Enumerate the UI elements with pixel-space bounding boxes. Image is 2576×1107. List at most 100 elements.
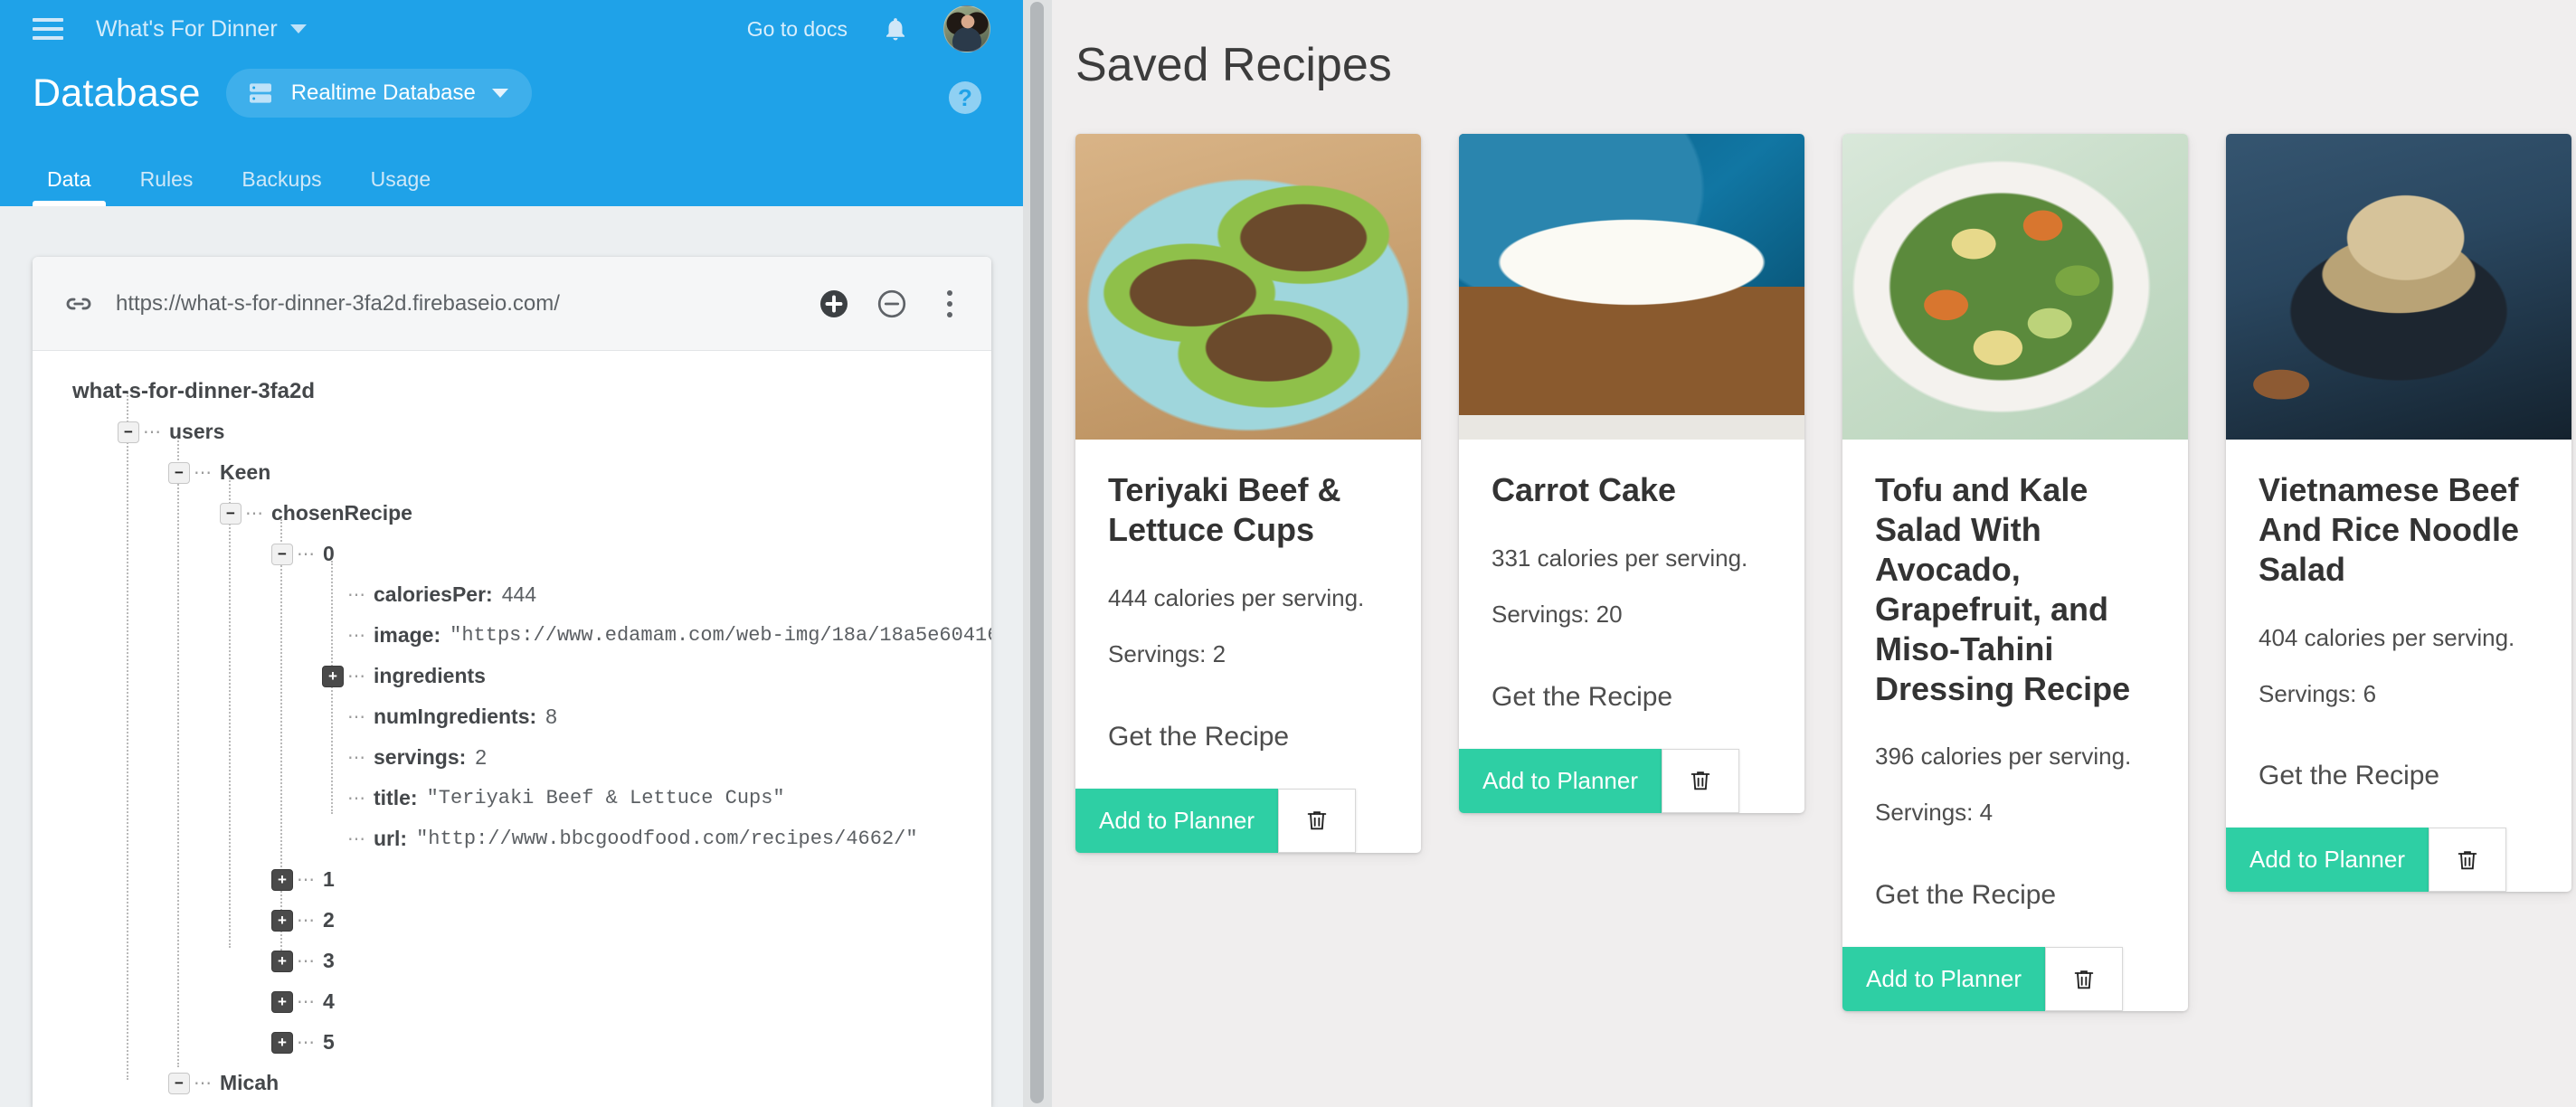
tab-label: Backups bbox=[242, 167, 322, 191]
tree-row[interactable]: ⋯ servings: 2 bbox=[33, 737, 991, 778]
tree-row[interactable]: + ⋯ 4 bbox=[33, 981, 991, 1022]
database-type-selector[interactable]: Realtime Database bbox=[225, 69, 532, 118]
project-switcher[interactable]: What's For Dinner bbox=[96, 16, 307, 43]
get-the-recipe-link[interactable]: Get the Recipe bbox=[1108, 722, 1289, 752]
recipe-image bbox=[2226, 134, 2571, 440]
user-avatar[interactable] bbox=[943, 5, 990, 52]
tree-node-value[interactable]: 2 bbox=[475, 745, 487, 770]
tab-backups[interactable]: Backups bbox=[227, 167, 336, 206]
trash-icon bbox=[1304, 807, 1330, 834]
tree-connector: ⋯ bbox=[347, 789, 366, 809]
tree-row[interactable]: − ⋯ Keen bbox=[33, 452, 991, 493]
recipe-card-body: Teriyaki Beef & Lettuce Cups 444 calorie… bbox=[1075, 440, 1421, 789]
get-the-recipe-link[interactable]: Get the Recipe bbox=[1875, 880, 2056, 911]
trash-icon bbox=[1688, 767, 1713, 794]
delete-recipe-button[interactable] bbox=[2045, 947, 2124, 1012]
collapse-toggle-icon[interactable]: − bbox=[271, 543, 293, 565]
tree-row[interactable]: + ⋯ 2 bbox=[33, 900, 991, 941]
database-url-text[interactable]: https://what-s-for-dinner-3fa2d.firebase… bbox=[116, 291, 818, 317]
tree-row[interactable]: + ⋯ 5 bbox=[33, 1022, 991, 1063]
notifications-bell-icon[interactable] bbox=[882, 14, 909, 43]
tree-row[interactable]: ⋯ image: "https://www.edamam.com/web-img… bbox=[33, 615, 991, 656]
recipe-card-body: Vietnamese Beef And Rice Noodle Salad 40… bbox=[2226, 440, 2571, 828]
get-the-recipe-link[interactable]: Get the Recipe bbox=[2259, 761, 2439, 791]
tree-node-value[interactable]: "https://www.edamam.com/web-img/18a/18a5… bbox=[450, 624, 991, 647]
tab-usage[interactable]: Usage bbox=[356, 167, 445, 206]
tree-node-value[interactable]: "http://www.bbcgoodfood.com/recipes/4662… bbox=[416, 828, 918, 850]
url-bar-actions bbox=[818, 288, 966, 320]
go-to-docs-link[interactable]: Go to docs bbox=[747, 17, 848, 42]
tree-connector: ⋯ bbox=[245, 504, 264, 524]
expand-toggle-icon[interactable]: + bbox=[271, 950, 293, 972]
recipe-calories: 404 calories per serving. bbox=[2259, 623, 2515, 651]
delete-recipe-button[interactable] bbox=[2429, 828, 2507, 893]
tree-row[interactable]: ⋯ url: "http://www.bbcgoodfood.com/recip… bbox=[33, 818, 991, 859]
tree-row[interactable]: − ⋯ 0 bbox=[33, 534, 991, 574]
expand-toggle-icon[interactable]: + bbox=[271, 909, 293, 932]
add-to-planner-button[interactable]: Add to Planner bbox=[2226, 828, 2429, 893]
expand-toggle-icon[interactable]: + bbox=[271, 990, 293, 1013]
add-to-planner-button[interactable]: Add to Planner bbox=[1075, 788, 1279, 853]
add-circle-icon[interactable] bbox=[818, 288, 850, 320]
tree-row[interactable]: + ⋯ ingredients bbox=[33, 656, 991, 696]
expand-toggle-icon[interactable]: + bbox=[322, 665, 344, 687]
tree-row[interactable]: − ⋯ chosenRecipe bbox=[33, 493, 991, 534]
tab-rules[interactable]: Rules bbox=[126, 167, 208, 206]
tree-node-label: image: bbox=[374, 623, 441, 647]
expand-toggle-icon[interactable]: + bbox=[271, 1031, 293, 1054]
hamburger-menu-icon[interactable] bbox=[33, 18, 63, 40]
tree-root-row[interactable]: what-s-for-dinner-3fa2d bbox=[33, 371, 991, 412]
scrollbar-thumb[interactable] bbox=[1030, 2, 1044, 1103]
tree-connector: ⋯ bbox=[347, 626, 366, 646]
tree-row[interactable]: + ⋯ 3 bbox=[33, 941, 991, 981]
recipe-card[interactable]: Carrot Cake 331 calories per serving. Se… bbox=[1459, 134, 1804, 813]
collapse-toggle-icon[interactable]: − bbox=[168, 1072, 190, 1094]
recipe-card[interactable]: Vietnamese Beef And Rice Noodle Salad 40… bbox=[2226, 134, 2571, 893]
firebase-header: What's For Dinner Go to docs Database Re… bbox=[0, 0, 1023, 206]
tree-node-label: 5 bbox=[323, 1030, 335, 1054]
tree-root-label: what-s-for-dinner-3fa2d bbox=[72, 378, 316, 403]
collapse-toggle-icon[interactable]: − bbox=[118, 421, 139, 443]
collapse-toggle-icon[interactable]: − bbox=[168, 461, 190, 484]
recipe-card[interactable]: Teriyaki Beef & Lettuce Cups 444 calorie… bbox=[1075, 134, 1421, 853]
tree-node-label: servings: bbox=[374, 745, 467, 769]
tree-connector: ⋯ bbox=[347, 707, 366, 727]
collapse-toggle-icon[interactable]: − bbox=[220, 502, 242, 525]
tree-node-value[interactable]: 444 bbox=[502, 582, 536, 607]
more-vertical-icon[interactable] bbox=[933, 288, 966, 320]
recipe-title: Carrot Cake bbox=[1492, 471, 1677, 508]
expand-toggle-icon[interactable]: + bbox=[271, 868, 293, 891]
tree-row[interactable]: ⋯ caloriesPer: 444 bbox=[33, 574, 991, 615]
tree-connector: ⋯ bbox=[194, 1074, 213, 1093]
get-the-recipe-link[interactable]: Get the Recipe bbox=[1492, 682, 1672, 713]
tree-node-label: 1 bbox=[323, 867, 335, 891]
tree-connector: ⋯ bbox=[297, 1033, 316, 1053]
topbar-right-actions: Go to docs bbox=[747, 0, 990, 58]
tree-node-label: title: bbox=[374, 786, 418, 809]
add-to-planner-button[interactable]: Add to Planner bbox=[1459, 748, 1662, 813]
delete-recipe-button[interactable] bbox=[1278, 788, 1357, 853]
pane-scrollbar[interactable] bbox=[1023, 0, 1052, 1107]
tab-data[interactable]: Data bbox=[33, 167, 106, 206]
database-icon bbox=[246, 79, 275, 108]
tree-node-value[interactable]: 8 bbox=[545, 705, 557, 729]
tree-row[interactable]: − ⋯ Micah bbox=[33, 1063, 991, 1103]
tree-row[interactable]: + ⋯ 1 bbox=[33, 859, 991, 900]
tree-row[interactable]: − ⋯ users bbox=[33, 412, 991, 452]
remove-circle-icon[interactable] bbox=[876, 288, 908, 320]
tree-node-value[interactable]: "Teriyaki Beef & Lettuce Cups" bbox=[427, 787, 785, 809]
delete-recipe-button[interactable] bbox=[1662, 748, 1740, 813]
help-question-icon[interactable]: ? bbox=[949, 81, 981, 114]
recipe-card-actions: Add to Planner bbox=[1075, 788, 1421, 853]
database-data-card: https://what-s-for-dinner-3fa2d.firebase… bbox=[33, 257, 991, 1107]
add-to-planner-button[interactable]: Add to Planner bbox=[1842, 947, 2046, 1012]
recipe-calories: 396 calories per serving. bbox=[1875, 743, 2132, 771]
tree-row[interactable]: ⋯ numIngredients: 8 bbox=[33, 696, 991, 737]
recipe-image bbox=[1842, 134, 2188, 440]
tree-connector: ⋯ bbox=[297, 951, 316, 971]
recipe-card[interactable]: Tofu and Kale Salad With Avocado, Grapef… bbox=[1842, 134, 2188, 1012]
firebase-topbar: What's For Dinner Go to docs bbox=[0, 0, 1023, 58]
tree-row[interactable]: ⋯ title: "Teriyaki Beef & Lettuce Cups" bbox=[33, 778, 991, 818]
